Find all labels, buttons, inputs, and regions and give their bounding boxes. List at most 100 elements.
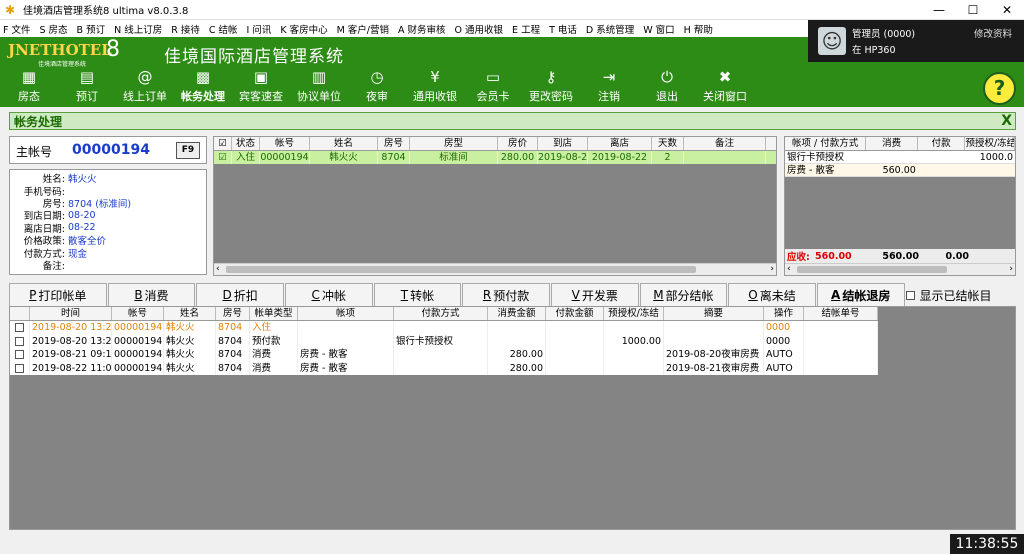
toolbar-button[interactable]: ⏻ 退出: [638, 66, 696, 106]
scroll-thumb[interactable]: [226, 266, 696, 273]
column-header[interactable]: 消费金额: [488, 307, 546, 320]
toolbar-button[interactable]: ⚷ 更改密码: [522, 66, 580, 106]
column-header[interactable]: 帐项: [298, 307, 394, 320]
menu-item[interactable]: B 预订: [77, 22, 106, 36]
column-header[interactable]: 帐单类型: [250, 307, 298, 320]
column-header[interactable]: 房型: [410, 137, 498, 150]
edit-profile-link[interactable]: 修改资料: [974, 26, 1012, 40]
row-checkbox[interactable]: [10, 361, 30, 375]
section-close-button[interactable]: X: [1001, 113, 1012, 129]
menu-item[interactable]: W 窗口: [643, 22, 674, 36]
column-header[interactable]: 房号: [378, 137, 410, 150]
action-button[interactable]: V 开发票: [550, 283, 639, 307]
close-button[interactable]: ✕: [990, 0, 1024, 20]
toolbar-button[interactable]: ✖ 关闭窗口: [696, 66, 754, 106]
column-header[interactable]: 结帐单号: [804, 307, 878, 320]
minimize-button[interactable]: —: [922, 0, 956, 20]
column-header[interactable]: 房价: [498, 137, 538, 150]
menu-item[interactable]: K 客房中心: [280, 22, 327, 36]
checkbox-icon[interactable]: [15, 336, 24, 346]
column-header[interactable]: [10, 307, 30, 320]
row-checkbox[interactable]: [10, 321, 30, 335]
column-header[interactable]: 备注: [684, 137, 766, 150]
menu-item[interactable]: M 客户/营销: [337, 22, 389, 36]
table-row[interactable]: 房费 - 散客 560.00: [785, 164, 1015, 177]
menu-item[interactable]: S 房态: [39, 22, 67, 36]
menu-item[interactable]: F 文件: [3, 22, 30, 36]
action-button[interactable]: D 折扣: [196, 283, 284, 307]
column-header[interactable]: 姓名: [310, 137, 378, 150]
toolbar-button[interactable]: ▥ 协议单位: [290, 66, 348, 106]
action-button[interactable]: R 预付款: [462, 283, 550, 307]
menu-item[interactable]: I 问讯: [247, 22, 272, 36]
menu-item[interactable]: D 系统管理: [586, 22, 634, 36]
guest-table-scrollbar[interactable]: ‹ ›: [214, 263, 776, 275]
toolbar-button[interactable]: ▣ 宾客速查: [232, 66, 290, 106]
table-row[interactable]: 2019-08-22 11:05 00000194 韩火火 8704 消费 房费 - 散客…: [10, 361, 878, 375]
action-button[interactable]: T 转帐: [373, 283, 462, 307]
scroll-thumb[interactable]: [797, 266, 947, 273]
column-header[interactable]: 预授权/冻结: [965, 137, 1015, 150]
column-header[interactable]: 操作: [764, 307, 804, 320]
column-header[interactable]: 状态: [232, 137, 260, 150]
menu-item[interactable]: E 工程: [512, 22, 540, 36]
checkbox-icon[interactable]: [905, 290, 915, 300]
checkbox-icon[interactable]: [15, 363, 24, 373]
column-header[interactable]: 付款方式: [394, 307, 488, 320]
column-header[interactable]: 帐号: [112, 307, 164, 320]
row-checkbox[interactable]: [10, 334, 30, 348]
table-row[interactable]: 2019-08-20 13:23 00000194 韩火火 8704 预付款 银行卡预授权…: [10, 334, 878, 348]
action-button[interactable]: B 消费: [107, 283, 196, 307]
table-row[interactable]: ☑ 入住 00000194 韩火火 8704 标准间 280.00 2019-08-20 201…: [214, 151, 776, 164]
action-button[interactable]: P 打印帐单: [9, 283, 107, 307]
column-header[interactable]: 离店: [588, 137, 652, 150]
menu-item[interactable]: O 通用收银: [455, 22, 504, 36]
toolbar-button[interactable]: ▤ 预订: [58, 66, 116, 106]
column-header[interactable]: 预授权/冻结: [604, 307, 664, 320]
toolbar-button[interactable]: @ 线上订单: [116, 66, 174, 106]
toolbar-button[interactable]: ◷ 夜审: [348, 66, 406, 106]
toolbar-button[interactable]: ⇥ 注销: [580, 66, 638, 106]
column-header[interactable]: 付款: [918, 137, 966, 150]
scroll-right-icon[interactable]: ›: [1009, 264, 1013, 274]
checkbox-icon[interactable]: [15, 350, 24, 359]
scroll-left-icon[interactable]: ‹: [216, 264, 220, 274]
column-header[interactable]: 消费: [866, 137, 918, 150]
maximize-button[interactable]: ☐: [956, 0, 990, 20]
column-header[interactable]: 房号: [216, 307, 250, 320]
menu-item[interactable]: C 结帐: [209, 22, 238, 36]
show-settled-checkbox[interactable]: 显示已结帐目: [905, 283, 1016, 307]
checkbox-icon[interactable]: [15, 323, 24, 332]
column-header[interactable]: 帐项 / 付款方式: [785, 137, 867, 150]
menu-item[interactable]: T 电话: [549, 22, 577, 36]
menu-item[interactable]: N 线上订房: [114, 22, 162, 36]
f9-button[interactable]: F9: [176, 142, 200, 159]
column-header[interactable]: 到店: [538, 137, 588, 150]
column-header[interactable]: 摘要: [664, 307, 764, 320]
action-button[interactable]: O 离未结: [728, 283, 816, 307]
toolbar-button[interactable]: ▭ 会员卡: [464, 66, 522, 106]
menu-item[interactable]: R 接待: [171, 22, 200, 36]
column-header[interactable]: 付款金额: [546, 307, 604, 320]
menu-item[interactable]: H 帮助: [684, 22, 713, 36]
action-button[interactable]: C 冲帐: [284, 283, 373, 307]
scroll-left-icon[interactable]: ‹: [787, 264, 791, 274]
column-header[interactable]: ☑: [214, 137, 232, 150]
table-row[interactable]: 2019-08-20 13:22 00000194 韩火火 8704 入住 0000: [10, 321, 878, 335]
toolbar-button[interactable]: ¥ 通用收银: [406, 66, 464, 106]
column-header[interactable]: 时间: [30, 307, 112, 320]
column-header[interactable]: 帐号: [260, 137, 310, 150]
menu-item[interactable]: A 财务审核: [398, 22, 446, 36]
column-header[interactable]: 天数: [652, 137, 684, 150]
scroll-right-icon[interactable]: ›: [770, 264, 774, 274]
table-row[interactable]: 2019-08-21 09:19 00000194 韩火火 8704 消费 房费 - 散客…: [10, 348, 878, 362]
column-header[interactable]: 姓名: [164, 307, 216, 320]
summary-scrollbar[interactable]: ‹ ›: [785, 263, 1015, 275]
row-checkbox[interactable]: [10, 348, 30, 362]
help-button[interactable]: ?: [983, 72, 1016, 105]
toolbar-button[interactable]: ▦ 房态: [0, 66, 58, 106]
table-row[interactable]: 银行卡预授权 1000.0: [785, 151, 1015, 164]
toolbar-button[interactable]: ▩ 帐务处理: [174, 66, 232, 106]
action-button[interactable]: M 部分结帐: [639, 283, 728, 307]
action-button[interactable]: A 结帐退房: [816, 283, 905, 307]
